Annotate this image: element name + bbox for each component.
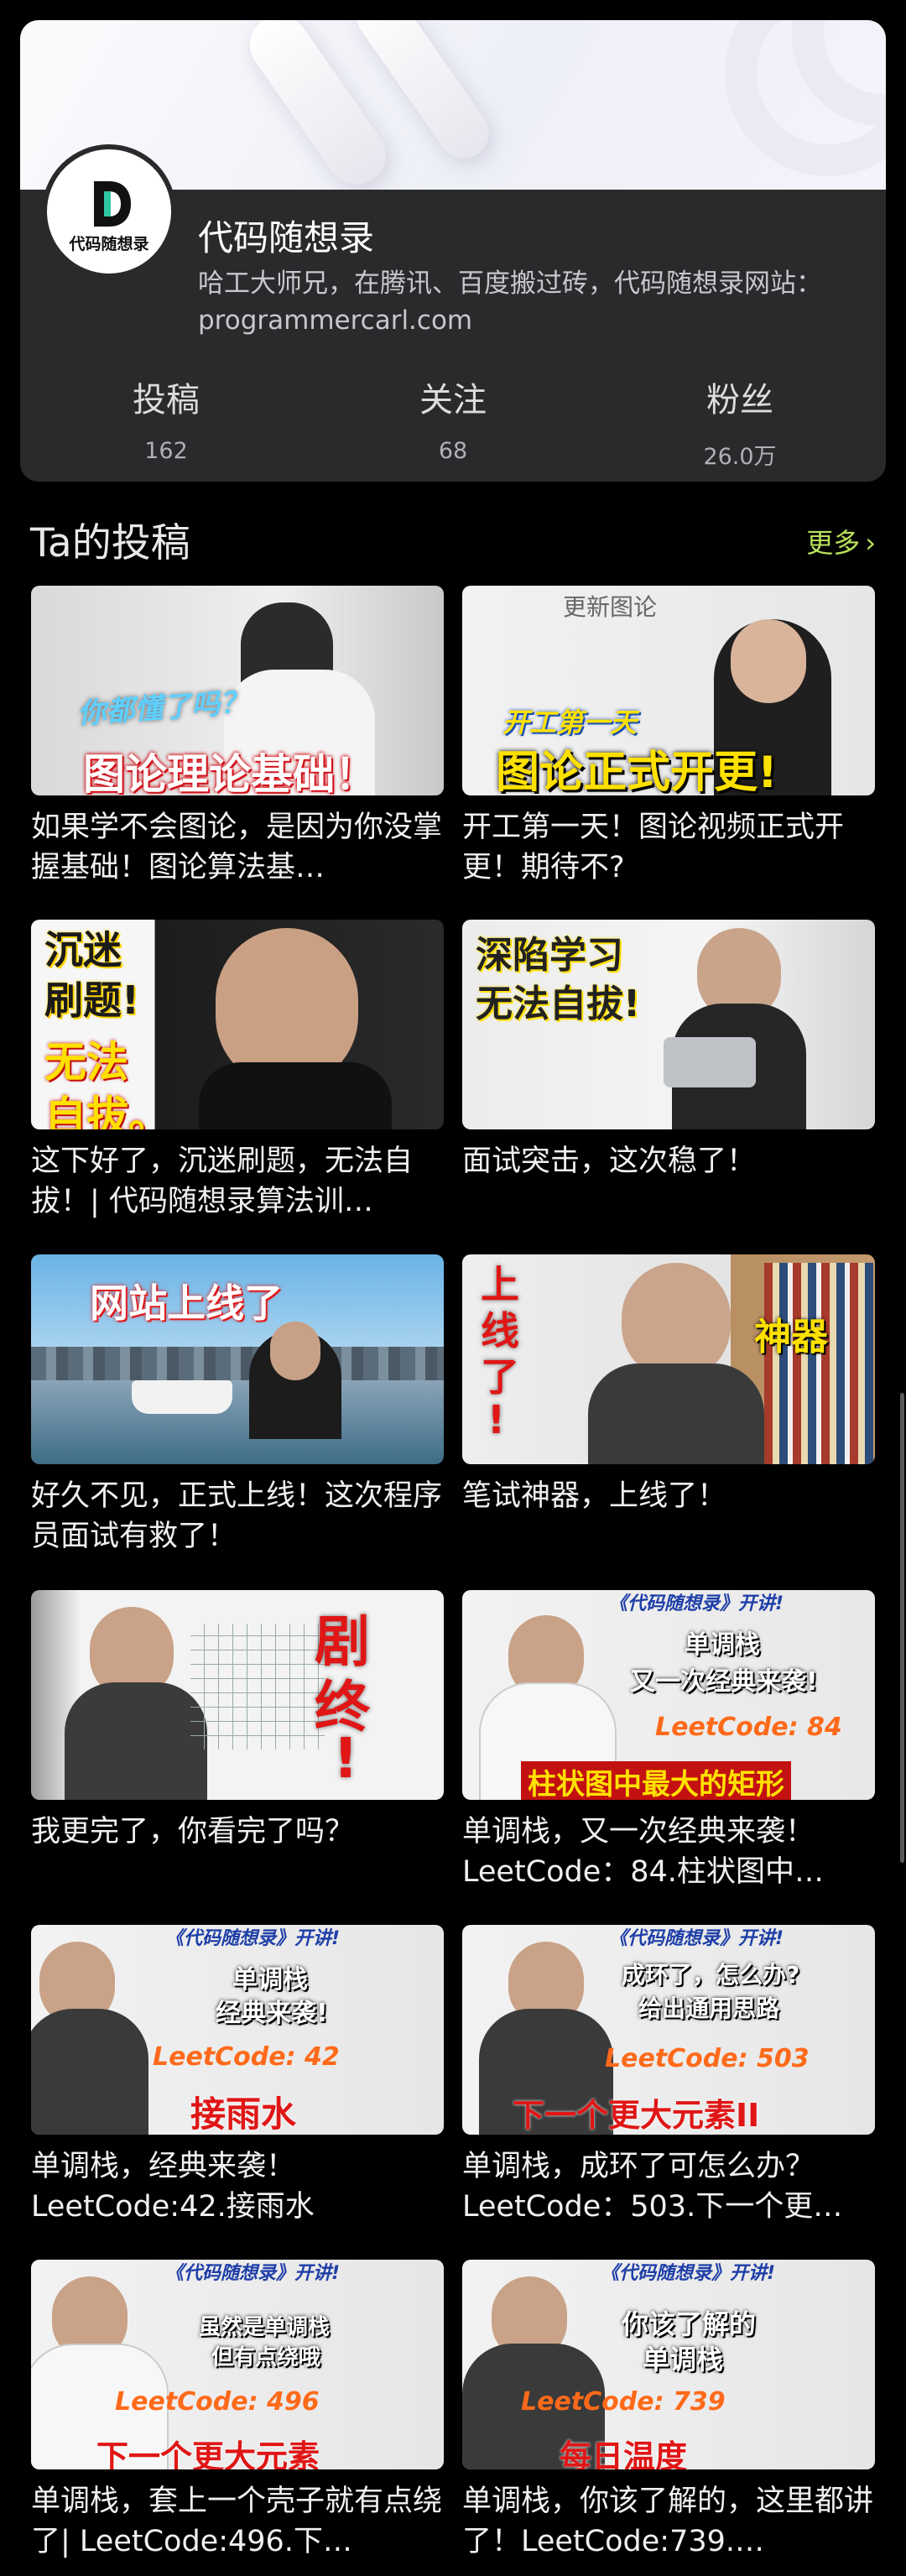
thumb-caption: LeetCode: 503 bbox=[605, 2044, 810, 2073]
video-card[interactable]: 更新图论 开工第一天 图论正式开更! 开工第一天！图论视频正式开更！期待不? bbox=[462, 586, 875, 888]
stat-value: 68 bbox=[438, 438, 468, 464]
video-title: 如果学不会图论，是因为你没掌握基础！图论算法基… bbox=[31, 811, 443, 884]
channel-name: 代码随想录 bbox=[198, 217, 375, 258]
video-card[interactable]: 《代码随想录》开讲! 单调栈 又一次经典来袭! LeetCode: 84 柱状图… bbox=[462, 1590, 875, 1892]
thumb-caption: 无法自拔! bbox=[476, 983, 641, 1025]
stat-following[interactable]: 关注 68 bbox=[361, 373, 545, 464]
thumb-caption: 《代码随想录》开讲! bbox=[609, 1928, 784, 1949]
video-thumbnail[interactable]: 《代码随想录》开讲! 成环了，怎么办? 给出通用思路 LeetCode: 503… bbox=[462, 1925, 875, 2135]
video-card[interactable]: 你都懂了吗？ 图论理论基础！ 如果学不会图论，是因为你没掌握基础！图论算法基… bbox=[31, 586, 444, 888]
video-thumbnail[interactable]: 沉迷 刷题! 无法 自拔。 bbox=[31, 920, 444, 1129]
video-title: 笔试神器，上线了！ bbox=[462, 1479, 727, 1513]
thumb-caption: 《代码随想录》开讲! bbox=[165, 1928, 341, 1949]
thumb-caption: ! bbox=[487, 1397, 505, 1442]
video-title: 好久不见，正式上线！这次程序员面试有救了！ bbox=[31, 1479, 443, 1553]
stat-value: 26.0万 bbox=[703, 444, 777, 470]
thumb-caption: 更新图论 bbox=[563, 593, 658, 621]
video-card[interactable]: 《代码随想录》开讲! 成环了，怎么办? 给出通用思路 LeetCode: 503… bbox=[462, 1925, 875, 2227]
thumb-caption: 无法 bbox=[44, 1038, 128, 1087]
video-title: 单调栈，经典来袭！LeetCode:42.接雨水 bbox=[31, 2150, 315, 2224]
thumb-caption: LeetCode: 496 bbox=[115, 2387, 320, 2417]
thumb-caption: LeetCode: 42 bbox=[153, 2042, 340, 2072]
video-title: 单调栈，又一次经典来袭！LeetCode：84.柱状图中… bbox=[462, 1815, 824, 1889]
video-thumbnail[interactable]: 深陷学习 无法自拔! bbox=[462, 920, 875, 1129]
thumb-caption: 网站上线了 bbox=[90, 1280, 283, 1326]
thumb-caption: 但有点绕哦 bbox=[211, 2345, 321, 2370]
section-title: Ta的投稿 bbox=[30, 520, 190, 566]
video-thumbnail[interactable]: 《代码随想录》开讲! 虽然是单调栈 但有点绕哦 LeetCode: 496 下一… bbox=[31, 2260, 444, 2469]
thumb-caption: 自拔。 bbox=[44, 1092, 170, 1129]
video-card[interactable]: 《代码随想录》开讲! 虽然是单调栈 但有点绕哦 LeetCode: 496 下一… bbox=[31, 2260, 444, 2562]
video-thumbnail[interactable]: 剧 终 ! bbox=[31, 1590, 444, 1800]
thumb-caption: 图论正式开更! bbox=[496, 748, 778, 795]
stat-followers[interactable]: 粉丝 26.0万 bbox=[648, 373, 832, 471]
video-title: 这下好了，沉迷刷题，无法自拔！| 代码随想录算法训… bbox=[31, 1145, 414, 1218]
video-thumbnail[interactable]: 上 线 了 ! 神器 bbox=[462, 1254, 875, 1464]
thumb-caption: 虽然是单调栈 bbox=[199, 2315, 331, 2340]
video-title: 开工第一天！图论视频正式开更！期待不? bbox=[462, 811, 845, 884]
thumb-caption: LeetCode: 739 bbox=[521, 2387, 726, 2417]
video-card[interactable]: 《代码随想录》开讲! 你该了解的 单调栈 LeetCode: 739 每日温度 … bbox=[462, 2260, 875, 2562]
video-title: 单调栈，成环了可怎么办？LeetCode：503.下一个更… bbox=[462, 2150, 843, 2224]
stat-posts[interactable]: 投稿 162 bbox=[74, 373, 258, 464]
chevron-right-icon: › bbox=[865, 527, 876, 559]
video-title: 单调栈，套上一个壳子就有点绕了| LeetCode:496.下… bbox=[31, 2485, 443, 2558]
more-label: 更多 bbox=[806, 527, 861, 559]
stat-label: 投稿 bbox=[133, 381, 200, 420]
video-title: 我更完了，你看完了吗？ bbox=[31, 1815, 355, 1849]
thumb-caption: 深陷学习 bbox=[476, 934, 623, 977]
thumb-caption: 了 bbox=[481, 1354, 519, 1400]
video-thumbnail[interactable]: 网站上线了 bbox=[31, 1254, 444, 1464]
thumb-caption: 单调栈 bbox=[685, 1630, 760, 1660]
avatar-label: 代码随想录 bbox=[69, 235, 149, 253]
video-card[interactable]: 剧 终 ! 我更完了，你看完了吗？ bbox=[31, 1590, 444, 1892]
video-title: 面试突击，这次稳了！ bbox=[462, 1145, 757, 1178]
logo-icon bbox=[94, 181, 131, 227]
thumb-caption: 你该了解的 bbox=[622, 2308, 757, 2340]
thumb-caption: 《代码随想录》开讲! bbox=[165, 2263, 341, 2284]
thumb-caption: 又一次经典来袭! bbox=[630, 1667, 818, 1697]
profile-card: 代码随想录 代码随想录 哈工大师兄，在腾讯、百度搬过砖，代码随想录网站：prog… bbox=[20, 20, 886, 482]
stat-value: 162 bbox=[144, 438, 188, 464]
thumb-caption: 给出通用思路 bbox=[638, 1995, 780, 2022]
thumb-caption: 《代码随想录》开讲! bbox=[609, 1593, 784, 1614]
video-title: 单调栈，你该了解的，这里都讲了！LeetCode:739.… bbox=[462, 2485, 874, 2558]
video-thumbnail[interactable]: 《代码随想录》开讲! 单调栈 又一次经典来袭! LeetCode: 84 柱状图… bbox=[462, 1590, 875, 1800]
scrollbar[interactable] bbox=[900, 1393, 904, 1863]
thumb-caption: 沉迷 bbox=[44, 927, 122, 973]
thumb-caption: 开工第一天 bbox=[502, 707, 638, 738]
avatar[interactable]: 代码随想录 bbox=[42, 144, 176, 279]
video-thumbnail[interactable]: 《代码随想录》开讲! 你该了解的 单调栈 LeetCode: 739 每日温度 bbox=[462, 2260, 875, 2469]
video-card[interactable]: 上 线 了 ! 神器 笔试神器，上线了！ bbox=[462, 1254, 875, 1557]
thumb-caption: 接雨水 bbox=[190, 2094, 297, 2135]
thumb-caption: 单调栈 bbox=[643, 2344, 724, 2375]
thumb-caption: 图论理论基础！ bbox=[83, 750, 377, 795]
stat-label: 关注 bbox=[419, 381, 487, 420]
thumb-caption: 单调栈 bbox=[232, 1965, 308, 1995]
channel-bio: 哈工大师兄，在腾讯、百度搬过砖，代码随想录网站：programmercarl.c… bbox=[198, 269, 822, 336]
video-card[interactable]: 网站上线了 好久不见，正式上线！这次程序员面试有救了！ bbox=[31, 1254, 444, 1557]
thumb-caption: 神器 bbox=[754, 1316, 828, 1358]
video-card[interactable]: 《代码随想录》开讲! 单调栈 经典来袭! LeetCode: 42 接雨水 单调… bbox=[31, 1925, 444, 2227]
video-thumbnail[interactable]: 你都懂了吗？ 图论理论基础！ bbox=[31, 586, 444, 795]
thumb-caption: 下一个更大元素 bbox=[96, 2438, 320, 2469]
video-thumbnail[interactable]: 《代码随想录》开讲! 单调栈 经典来袭! LeetCode: 42 接雨水 bbox=[31, 1925, 444, 2135]
stat-label: 粉丝 bbox=[706, 381, 773, 420]
thumb-caption: 刷题! bbox=[44, 978, 139, 1023]
more-link[interactable]: 更多 › bbox=[806, 522, 876, 561]
thumb-caption: 下一个更大元素II bbox=[513, 2097, 760, 2134]
thumb-caption: 成环了，怎么办? bbox=[622, 1961, 800, 1989]
thumb-caption: 《代码随想录》开讲! bbox=[601, 2263, 776, 2284]
thumb-caption: 每日温度 bbox=[560, 2438, 688, 2469]
video-thumbnail[interactable]: 更新图论 开工第一天 图论正式开更! bbox=[462, 586, 875, 795]
thumb-caption: 柱状图中最大的矩形 bbox=[521, 1761, 791, 1800]
video-card[interactable]: 沉迷 刷题! 无法 自拔。 这下好了，沉迷刷题，无法自拔！| 代码随想录算法训… bbox=[31, 920, 444, 1222]
thumb-caption: 经典来袭! bbox=[216, 1999, 328, 2028]
video-card[interactable]: 深陷学习 无法自拔! 面试突击，这次稳了！ bbox=[462, 920, 875, 1222]
thumb-caption: ! bbox=[333, 1726, 359, 1791]
thumb-caption: LeetCode: 84 bbox=[655, 1713, 842, 1742]
